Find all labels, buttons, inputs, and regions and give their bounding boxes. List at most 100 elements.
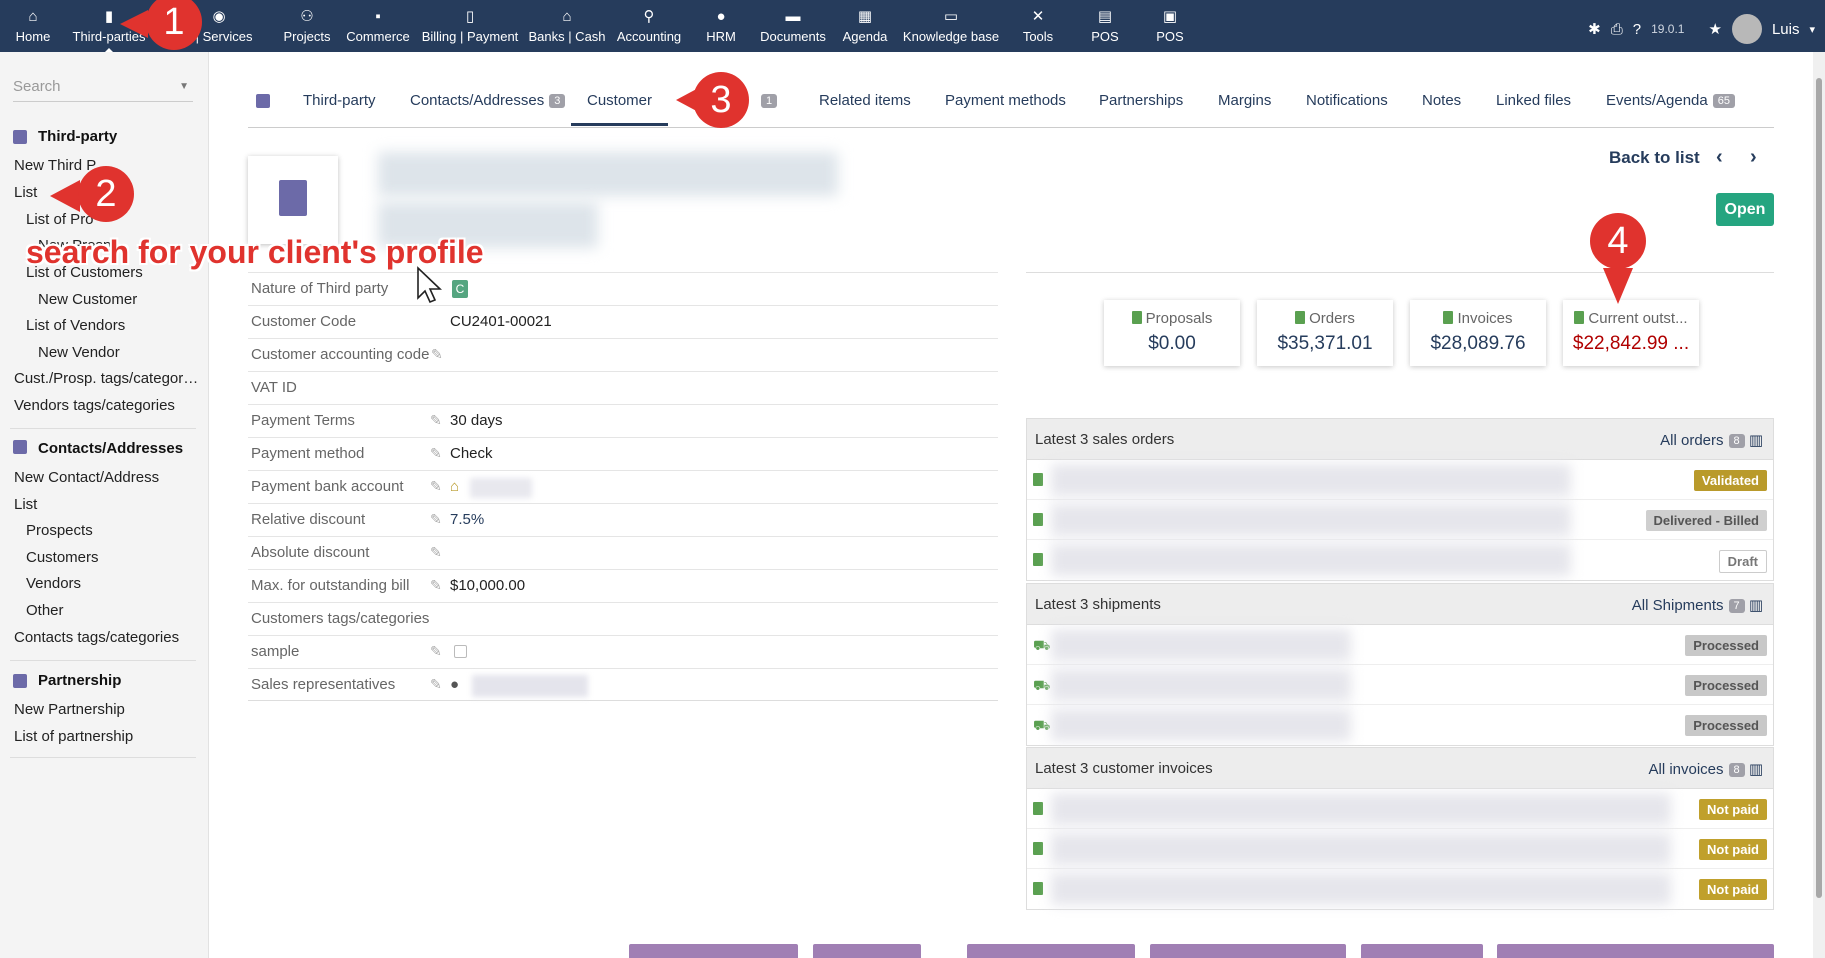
stat-box-invoices[interactable]: Invoices $28,089.76 — [1410, 300, 1546, 366]
sidebar-item-new-partnership[interactable]: New Partnership — [14, 701, 125, 718]
table-row[interactable]: ⛟ Processed — [1027, 705, 1773, 745]
scrollbar-thumb[interactable] — [1816, 78, 1822, 898]
star-icon[interactable]: ★ — [1708, 20, 1721, 38]
chart-icon[interactable]: ▥ — [1749, 761, 1763, 778]
sidebar-divider — [10, 428, 196, 429]
tab-customer[interactable]: Customer — [571, 92, 669, 126]
edit-pencil-icon[interactable]: ✎ — [430, 478, 442, 495]
back-to-list-link[interactable]: Back to list — [1609, 148, 1700, 168]
sample-checkbox[interactable] — [454, 645, 467, 658]
tab-notes[interactable]: Notes — [1422, 92, 1461, 109]
action-button[interactable] — [1497, 944, 1774, 958]
action-button[interactable] — [1150, 944, 1346, 958]
tab-third-party[interactable]: Third-party — [303, 92, 376, 109]
menu-projects[interactable]: ⚇ Projects — [280, 7, 334, 49]
bug-icon[interactable]: ✱ — [1588, 20, 1601, 38]
sidebar-item-new-contact[interactable]: New Contact/Address — [14, 469, 159, 486]
dropdown-caret-icon[interactable]: ▼ — [179, 81, 189, 92]
menu-documents[interactable]: ▬ Documents — [758, 7, 828, 49]
table-row[interactable]: Not paid — [1027, 869, 1773, 909]
sidebar-item-prospects[interactable]: Prospects — [26, 522, 93, 539]
chart-icon[interactable]: ▥ — [1749, 597, 1763, 614]
next-record-icon[interactable]: › — [1750, 146, 1757, 169]
edit-pencil-icon[interactable]: ✎ — [430, 544, 442, 561]
menu-commerce[interactable]: ▪ Commerce — [344, 7, 412, 49]
tab-partnerships[interactable]: Partnerships — [1099, 92, 1183, 109]
page-scrollbar[interactable] — [1813, 52, 1825, 958]
action-button[interactable] — [629, 944, 798, 958]
sidebar-item-contacts-list[interactable]: List — [14, 496, 37, 513]
tab-payment-methods[interactable]: Payment methods — [945, 92, 1066, 109]
all-invoices-link[interactable]: All invoices 8 ▥ — [1648, 760, 1763, 778]
sidebar-item-list-prospects[interactable]: List of Pro — [26, 211, 94, 228]
table-row[interactable]: Delivered - Billed — [1027, 500, 1773, 540]
action-button[interactable] — [813, 944, 921, 958]
edit-pencil-icon[interactable]: ✎ — [430, 676, 442, 693]
third-party-logo — [248, 156, 338, 244]
table-row[interactable]: ⛟ Processed — [1027, 665, 1773, 705]
menu-agenda[interactable]: ▦ Agenda — [840, 7, 890, 49]
table-row[interactable]: Validated — [1027, 460, 1773, 500]
table-row[interactable]: Not paid — [1027, 829, 1773, 869]
menu-pos-1[interactable]: ▤ POS — [1090, 7, 1120, 49]
sidebar-item-vendor-tags[interactable]: Vendors tags/categories — [14, 397, 175, 414]
tab-notifications[interactable]: Notifications — [1306, 92, 1388, 109]
previous-record-icon[interactable]: ‹ — [1716, 146, 1723, 169]
edit-pencil-icon[interactable]: ✎ — [430, 511, 442, 528]
sidebar-title-contacts[interactable]: Contacts/Addresses — [38, 440, 183, 457]
sidebar-item-other[interactable]: Other — [26, 602, 64, 619]
action-button[interactable] — [1361, 944, 1483, 958]
tab-linked-files[interactable]: Linked files — [1496, 92, 1571, 109]
tab-hidden[interactable]: 1 — [756, 92, 778, 109]
action-button[interactable] — [967, 944, 1135, 958]
blurred-row — [1051, 873, 1671, 905]
tab-events-agenda[interactable]: Events/Agenda 65 — [1606, 92, 1735, 109]
blurred-row — [1051, 629, 1351, 661]
edit-pencil-icon[interactable]: ✎ — [430, 577, 442, 594]
edit-pencil-icon[interactable]: ✎ — [430, 445, 442, 462]
sidebar-item-vendors[interactable]: Vendors — [26, 575, 81, 592]
menu-home[interactable]: ⌂ Home — [14, 7, 52, 49]
table-row[interactable]: Not paid — [1027, 789, 1773, 829]
search-input[interactable]: Search ▼ — [13, 78, 193, 102]
edit-pencil-icon[interactable]: ✎ — [431, 346, 443, 363]
stat-box-proposals[interactable]: Proposals $0.00 — [1104, 300, 1240, 366]
sidebar-item-cust-tags[interactable]: Cust./Prosp. tags/categor… — [14, 370, 198, 387]
help-icon[interactable]: ? — [1633, 21, 1641, 38]
stat-box-orders[interactable]: Orders $35,371.01 — [1257, 300, 1393, 366]
chevron-down-icon[interactable]: ▾ — [1809, 23, 1815, 36]
menu-pos-2[interactable]: ▣ POS — [1154, 7, 1186, 49]
avatar[interactable] — [1731, 14, 1762, 44]
tab-margins[interactable]: Margins — [1218, 92, 1271, 109]
calendar-icon: ▦ — [857, 8, 873, 25]
edit-pencil-icon[interactable]: ✎ — [430, 412, 442, 429]
sidebar-title-partnership[interactable]: Partnership — [38, 672, 121, 689]
print-icon[interactable]: ⎙ — [1611, 21, 1623, 38]
menu-banks-cash[interactable]: ⌂ Banks | Cash — [528, 7, 606, 49]
sidebar-item-customers[interactable]: Customers — [26, 549, 99, 566]
menu-accounting[interactable]: ⚲ Accounting — [614, 7, 684, 49]
menu-knowledge-base[interactable]: ▭ Knowledge base — [902, 7, 1000, 49]
tab-contacts-addresses[interactable]: Contacts/Addresses 3 — [410, 92, 566, 109]
sidebar-item-list-vendors[interactable]: List of Vendors — [26, 317, 125, 334]
table-row[interactable]: ⛟ Processed — [1027, 625, 1773, 665]
menu-tools[interactable]: ✕ Tools — [1018, 7, 1058, 49]
sidebar-item-list[interactable]: List — [14, 184, 37, 201]
all-shipments-link[interactable]: All Shipments 7 ▥ — [1632, 596, 1763, 614]
field-row-customer-code: Customer Code CU2401-00021 — [248, 305, 998, 338]
sidebar-title-third-party[interactable]: Third-party — [38, 128, 117, 145]
menu-billing-payment[interactable]: ▯ Billing | Payment — [420, 7, 520, 49]
table-row[interactable]: Draft — [1027, 540, 1773, 580]
stat-box-current-outstanding[interactable]: Current outst... $22,842.99 ... — [1563, 300, 1699, 366]
sidebar-item-contact-tags[interactable]: Contacts tags/categories — [14, 629, 179, 646]
menu-hrm[interactable]: ● HRM — [704, 7, 738, 49]
sidebar-item-new-third-party[interactable]: New Third P — [14, 157, 96, 174]
sidebar-item-list-partnership[interactable]: List of partnership — [14, 728, 133, 745]
edit-pencil-icon[interactable]: ✎ — [430, 643, 442, 660]
user-name[interactable]: Luis — [1772, 21, 1800, 38]
chart-icon[interactable]: ▥ — [1749, 432, 1763, 449]
all-orders-link[interactable]: All orders 8 ▥ — [1660, 431, 1763, 449]
sidebar-item-new-vendor[interactable]: New Vendor — [38, 344, 120, 361]
tab-related-items[interactable]: Related items — [819, 92, 911, 109]
sidebar-item-new-customer[interactable]: New Customer — [38, 291, 137, 308]
